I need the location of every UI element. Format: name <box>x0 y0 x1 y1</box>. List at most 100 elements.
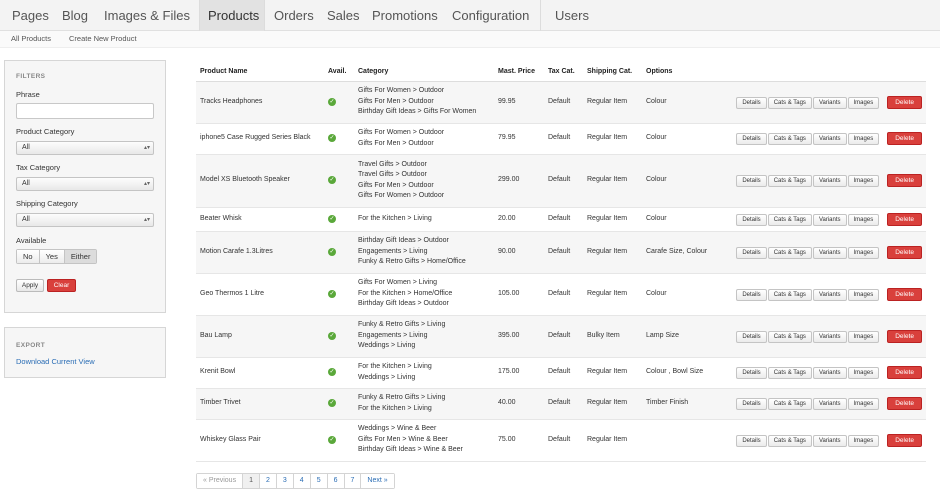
variants-button[interactable]: Variants <box>812 288 847 301</box>
variants-button[interactable]: Variants <box>812 175 847 187</box>
shipping-category-label: Shipping Category <box>16 199 78 208</box>
header-tax: Tax Cat. <box>544 63 583 82</box>
tax-category: Default <box>544 388 583 420</box>
details-button[interactable]: Details <box>736 175 767 187</box>
nav-sales[interactable]: Sales <box>321 0 366 31</box>
product-category-select[interactable]: All ▴▾ <box>16 141 154 155</box>
delete-button[interactable]: Delete <box>887 174 922 187</box>
details-button[interactable]: Details <box>736 133 767 145</box>
phrase-input[interactable] <box>16 103 154 119</box>
details-button[interactable]: Details <box>736 330 767 343</box>
details-button[interactable]: Details <box>736 398 767 410</box>
available-no[interactable]: No <box>17 250 40 263</box>
details-button[interactable]: Details <box>736 213 767 226</box>
shipping-category-select[interactable]: All ▴▾ <box>16 213 154 227</box>
details-button[interactable]: Details <box>736 96 767 109</box>
nav-users[interactable]: Users <box>549 0 595 31</box>
variants-button[interactable]: Variants <box>812 398 847 410</box>
cats-tags-button[interactable]: Cats & Tags <box>767 288 812 301</box>
tax-category: Default <box>544 315 583 358</box>
delete-button[interactable]: Delete <box>887 245 922 259</box>
nav-images-files[interactable]: Images & Files <box>98 0 196 31</box>
pager-previous[interactable]: « Previous <box>197 474 244 488</box>
availability-cell: ✓ <box>324 388 354 420</box>
variants-button[interactable]: Variants <box>812 213 847 226</box>
images-button[interactable]: Images <box>847 434 880 447</box>
cats-tags-button[interactable]: Cats & Tags <box>767 133 812 145</box>
variants-button[interactable]: Variants <box>812 367 847 379</box>
nav-blog[interactable]: Blog <box>56 0 94 31</box>
delete-button[interactable]: Delete <box>887 212 922 226</box>
master-price: 40.00 <box>494 388 544 420</box>
available-check-icon: ✓ <box>328 247 336 256</box>
download-current-view-link[interactable]: Download Current View <box>16 357 95 366</box>
delete-button[interactable]: Delete <box>887 366 922 379</box>
available-either[interactable]: Either <box>64 250 97 263</box>
tax-category-select[interactable]: All ▴▾ <box>16 177 154 191</box>
cats-tags-button[interactable]: Cats & Tags <box>767 398 812 410</box>
images-button[interactable]: Images <box>847 213 880 226</box>
nav-pages[interactable]: Pages <box>6 0 55 31</box>
row-actions: Details Cats & Tags Variants Images Delete <box>716 419 926 462</box>
delete-button[interactable]: Delete <box>887 287 922 301</box>
subnav-all-products[interactable]: All Products <box>11 34 51 43</box>
delete-button[interactable]: Delete <box>887 397 922 410</box>
images-button[interactable]: Images <box>847 367 880 379</box>
cats-tags-button[interactable]: Cats & Tags <box>767 434 812 447</box>
details-button[interactable]: Details <box>736 367 767 379</box>
apply-button[interactable]: Apply <box>16 279 44 292</box>
cats-tags-button[interactable]: Cats & Tags <box>767 246 812 259</box>
nav-orders[interactable]: Orders <box>268 0 320 31</box>
nav-configuration[interactable]: Configuration <box>446 0 535 31</box>
pager-page[interactable]: 6 <box>327 474 345 488</box>
clear-button[interactable]: Clear <box>47 279 76 292</box>
tax-category: Default <box>544 419 583 462</box>
images-button[interactable]: Images <box>847 133 880 145</box>
variants-button[interactable]: Variants <box>812 434 847 447</box>
pager-page[interactable]: 4 <box>293 474 311 488</box>
images-button[interactable]: Images <box>847 330 880 343</box>
cats-tags-button[interactable]: Cats & Tags <box>767 96 812 109</box>
category-path: Engagements > Living <box>358 247 428 255</box>
variants-button[interactable]: Variants <box>812 96 847 109</box>
delete-button[interactable]: Delete <box>887 329 922 343</box>
details-button[interactable]: Details <box>736 434 767 447</box>
nav-products[interactable]: Products <box>200 0 264 31</box>
category-cell: Gifts For Women > Outdoor Gifts For Men >… <box>354 123 494 155</box>
images-button[interactable]: Images <box>847 246 880 259</box>
select-arrows-icon: ▴▾ <box>143 217 150 223</box>
delete-button[interactable]: Delete <box>887 132 922 145</box>
cats-tags-button[interactable]: Cats & Tags <box>767 175 812 187</box>
variants-button[interactable]: Variants <box>812 133 847 145</box>
cats-tags-button[interactable]: Cats & Tags <box>767 213 812 226</box>
row-actions: Details Cats & Tags Variants Images Delete <box>716 357 926 389</box>
pager-page[interactable]: 1 <box>243 474 260 488</box>
availability-cell: ✓ <box>324 357 354 389</box>
available-label: Available <box>16 236 47 245</box>
details-button[interactable]: Details <box>736 288 767 301</box>
shipping-category: Regular Item <box>583 357 642 389</box>
variants-button[interactable]: Variants <box>812 246 847 259</box>
cats-tags-button[interactable]: Cats & Tags <box>767 330 812 343</box>
subnav-create-product[interactable]: Create New Product <box>69 34 137 43</box>
product-options: Colour <box>642 273 716 316</box>
pager-page[interactable]: 3 <box>276 474 294 488</box>
variants-button[interactable]: Variants <box>812 330 847 343</box>
pager-page[interactable]: 7 <box>344 474 362 488</box>
filters-title: FILTERS <box>16 73 46 80</box>
delete-button[interactable]: Delete <box>887 433 922 447</box>
pager-page[interactable]: 5 <box>310 474 328 488</box>
images-button[interactable]: Images <box>847 288 880 301</box>
images-button[interactable]: Images <box>847 96 880 109</box>
pager-page[interactable]: 2 <box>259 474 277 488</box>
cats-tags-button[interactable]: Cats & Tags <box>767 367 812 379</box>
delete-button[interactable]: Delete <box>887 95 922 109</box>
nav-promotions[interactable]: Promotions <box>366 0 444 31</box>
available-yes[interactable]: Yes <box>39 250 65 263</box>
pager-next[interactable]: Next » <box>361 474 394 488</box>
details-button[interactable]: Details <box>736 246 767 259</box>
export-title: EXPORT <box>16 342 46 349</box>
nav-divider <box>264 0 265 31</box>
images-button[interactable]: Images <box>847 175 880 187</box>
images-button[interactable]: Images <box>847 398 880 410</box>
